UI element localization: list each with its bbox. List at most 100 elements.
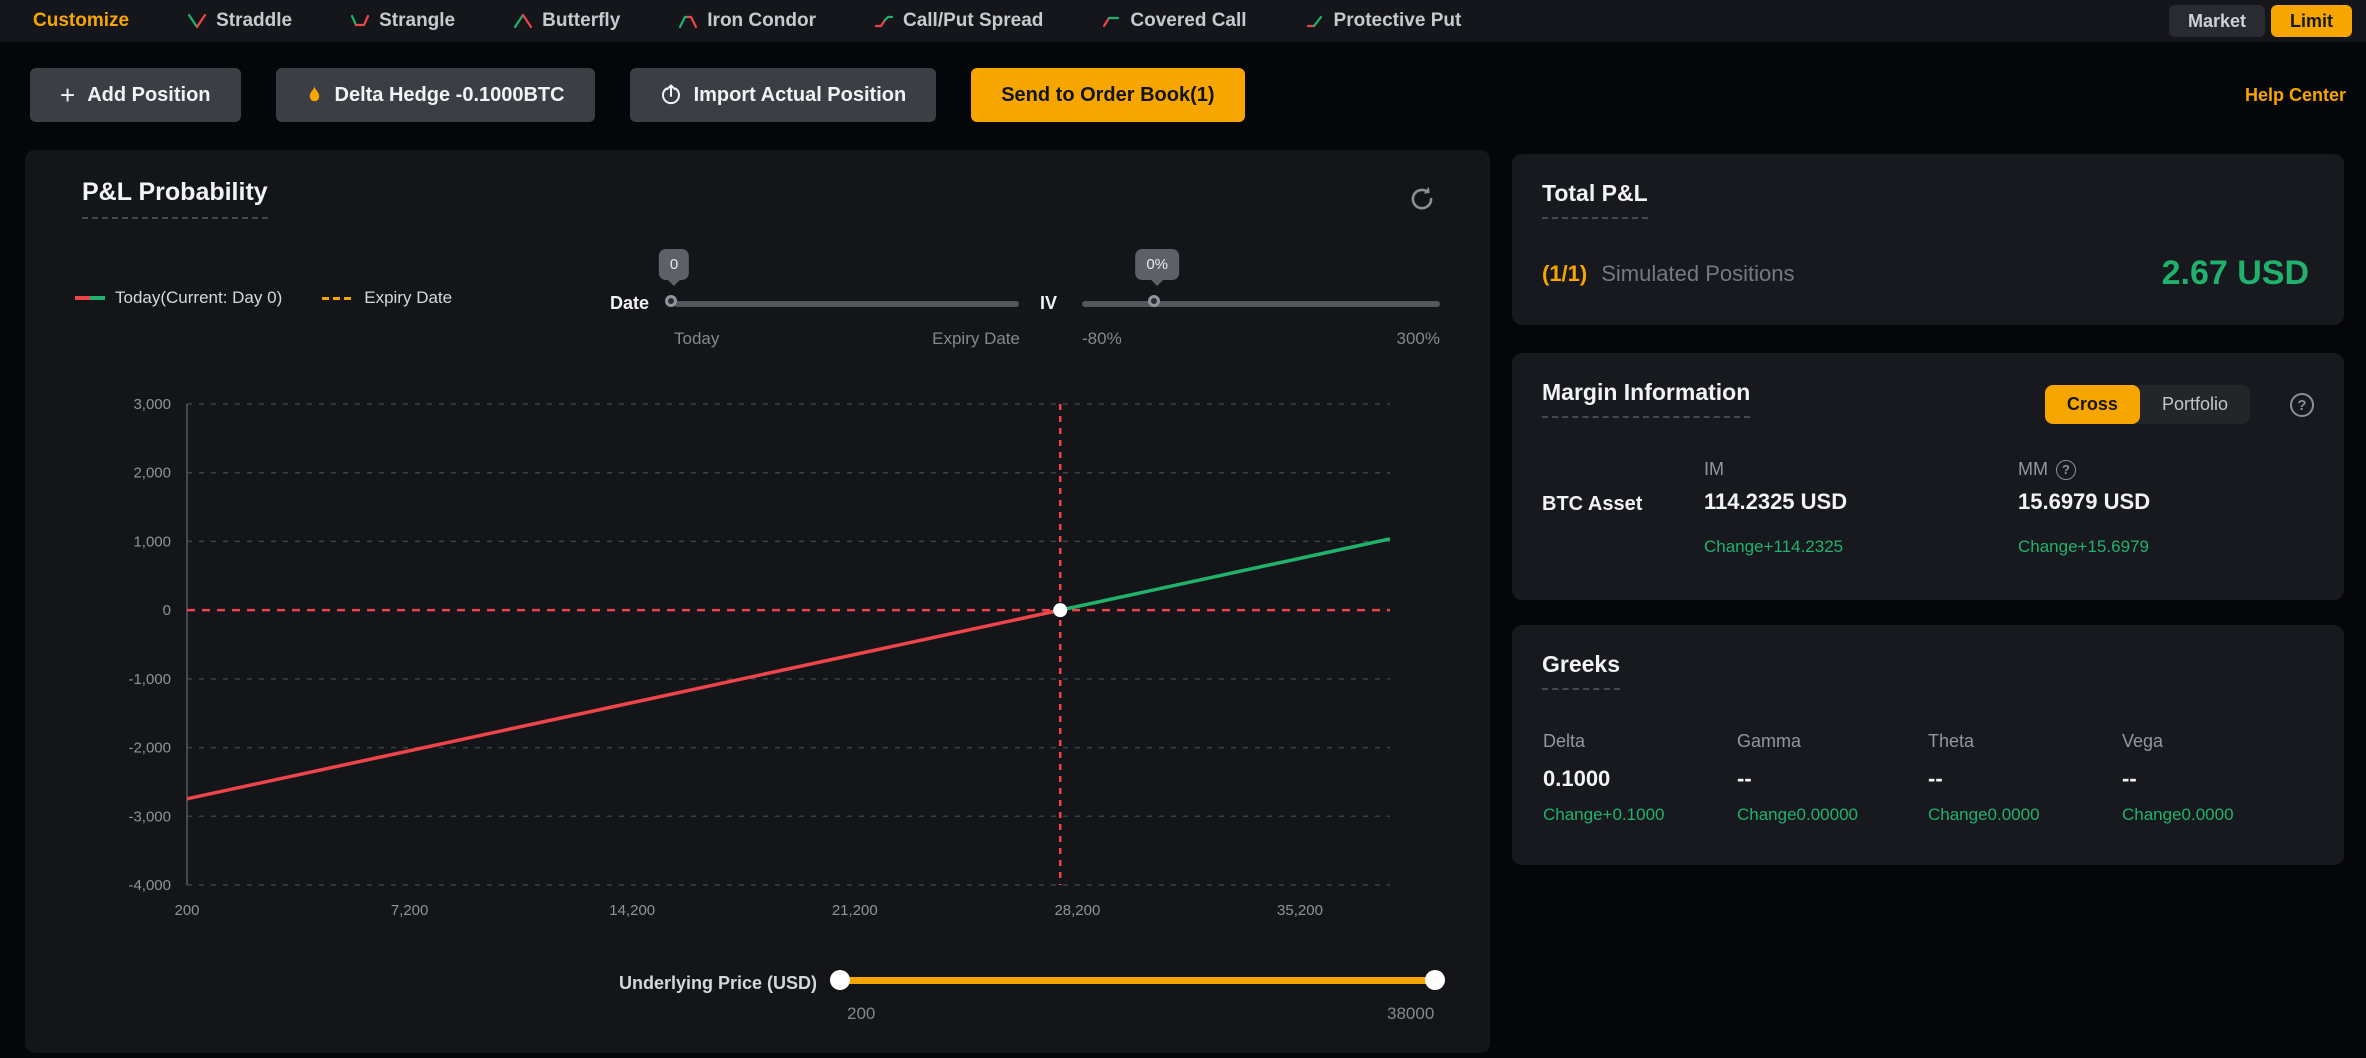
strangle-icon — [350, 13, 370, 29]
tab-call-put-spread[interactable]: Call/Put Spread — [874, 10, 1043, 32]
underlying-price-slider: Underlying Price (USD) 200 38000 — [25, 976, 1490, 1036]
iv-slider-value: 0% — [1146, 256, 1168, 273]
svg-text:28,200: 28,200 — [1054, 902, 1100, 919]
add-position-label: Add Position — [87, 84, 210, 107]
tab-strangle[interactable]: Strangle — [350, 10, 455, 32]
im-header: IM — [1704, 459, 1724, 480]
svg-text:3,000: 3,000 — [133, 396, 171, 413]
svg-text:0: 0 — [163, 602, 171, 619]
margin-help-icon[interactable]: ? — [2290, 393, 2314, 417]
protective-put-icon — [1305, 13, 1325, 29]
svg-text:200: 200 — [174, 902, 199, 919]
iv-slider-tooltip: 0% — [1135, 249, 1179, 280]
market-button[interactable]: Market — [2169, 5, 2265, 37]
add-position-button[interactable]: + Add Position — [30, 68, 241, 122]
svg-text:-4,000: -4,000 — [128, 877, 171, 894]
date-slider-max-label: Expiry Date — [932, 329, 1020, 349]
date-slider: Date 0 Today Expiry Date — [610, 245, 1020, 355]
svg-text:-2,000: -2,000 — [128, 740, 171, 757]
covered-call-icon — [1101, 13, 1121, 29]
help-center-link[interactable]: Help Center — [2245, 85, 2346, 106]
svg-text:21,200: 21,200 — [832, 902, 878, 919]
tab-label: Iron Condor — [707, 10, 816, 32]
butterfly-icon — [513, 13, 533, 29]
greek-label: Gamma — [1737, 731, 1858, 752]
portfolio-toggle[interactable]: Portfolio — [2140, 385, 2250, 424]
iv-slider-min-label: -80% — [1082, 329, 1122, 349]
price-slider-min-handle[interactable] — [830, 970, 850, 990]
date-slider-thumb[interactable] — [665, 295, 677, 307]
positions-count: (1/1) — [1542, 261, 1587, 287]
iv-slider: IV 0% -80% 300% — [1040, 245, 1440, 355]
price-slider-track[interactable] — [835, 977, 1440, 984]
cross-toggle[interactable]: Cross — [2045, 385, 2140, 424]
price-slider-label: Underlying Price (USD) — [25, 973, 817, 994]
tab-protective-put[interactable]: Protective Put — [1305, 10, 1462, 32]
iv-slider-track[interactable]: 0% — [1082, 301, 1440, 307]
total-pnl-value: 2.67 USD — [2162, 254, 2309, 293]
tab-customize[interactable]: Customize — [33, 10, 129, 32]
date-slider-track[interactable]: 0 — [674, 301, 1019, 307]
chart-gridlines — [187, 404, 1390, 885]
tab-butterfly[interactable]: Butterfly — [513, 10, 620, 32]
tab-label: Strangle — [379, 10, 455, 32]
greek-delta: Delta 0.1000 Change+0.1000 — [1543, 731, 1664, 825]
price-slider-max-handle[interactable] — [1425, 970, 1445, 990]
flame-icon — [306, 85, 323, 106]
greek-theta: Theta -- Change0.0000 — [1928, 731, 2040, 825]
call-put-spread-icon — [874, 13, 894, 29]
mm-header-label: MM — [2018, 459, 2048, 480]
mm-change: Change+15.6979 — [2018, 537, 2149, 557]
pnl-probability-panel: P&L Probability Today(Current: Day 0) Ex… — [25, 150, 1490, 1053]
iv-slider-thumb[interactable] — [1148, 295, 1160, 307]
legend-today[interactable]: Today(Current: Day 0) — [75, 288, 282, 308]
order-type-toggle: Market Limit — [2169, 5, 2352, 37]
greek-change: Change0.0000 — [1928, 805, 2040, 825]
toolbar: + Add Position Delta Hedge -0.1000BTC Im… — [0, 42, 2366, 148]
mm-help-icon[interactable]: ? — [2056, 460, 2076, 480]
import-position-button[interactable]: Import Actual Position — [630, 68, 937, 122]
im-change: Change+114.2325 — [1704, 537, 1843, 557]
iron-condor-icon — [678, 13, 698, 29]
panel-title: P&L Probability — [82, 178, 268, 219]
send-to-order-book-button[interactable]: Send to Order Book(1) — [971, 68, 1244, 122]
tab-label: Call/Put Spread — [903, 10, 1043, 32]
straddle-icon — [187, 13, 207, 29]
svg-text:-3,000: -3,000 — [128, 808, 171, 825]
legend-today-label: Today(Current: Day 0) — [115, 288, 282, 308]
refresh-button[interactable] — [1406, 184, 1438, 216]
greek-gamma: Gamma -- Change0.00000 — [1737, 731, 1858, 825]
refresh-icon — [1407, 184, 1437, 214]
svg-text:14,200: 14,200 — [609, 902, 655, 919]
greek-value: -- — [2122, 766, 2234, 792]
svg-text:7,200: 7,200 — [391, 902, 429, 919]
greek-value: -- — [1928, 766, 2040, 792]
tab-iron-condor[interactable]: Iron Condor — [678, 10, 816, 32]
greek-change: Change0.0000 — [2122, 805, 2234, 825]
top-nav: Customize Straddle Strangle Butterfly Ir… — [0, 0, 2366, 42]
tab-covered-call[interactable]: Covered Call — [1101, 10, 1246, 32]
today-line-swatch — [75, 295, 105, 301]
options-strategy-page: { "colors":{"accent_orange":"#f7a600","g… — [0, 0, 2366, 1058]
tab-label: Straddle — [216, 10, 292, 32]
expiry-line-swatch — [322, 297, 354, 300]
delta-hedge-button[interactable]: Delta Hedge -0.1000BTC — [276, 68, 595, 122]
tab-straddle[interactable]: Straddle — [187, 10, 292, 32]
tab-label: Butterfly — [542, 10, 620, 32]
greek-change: Change+0.1000 — [1543, 805, 1664, 825]
chart-series — [187, 539, 1390, 799]
svg-text:1,000: 1,000 — [133, 533, 171, 550]
price-slider-min-label: 200 — [847, 1004, 875, 1024]
mm-header: MM ? — [2018, 459, 2076, 480]
svg-text:35,200: 35,200 — [1277, 902, 1323, 919]
greek-label: Vega — [2122, 731, 2234, 752]
total-pnl-row: (1/1) Simulated Positions 2.67 USD — [1542, 254, 2309, 293]
import-position-label: Import Actual Position — [694, 84, 907, 107]
limit-button[interactable]: Limit — [2271, 5, 2352, 37]
greek-change: Change0.00000 — [1737, 805, 1858, 825]
plus-icon: + — [60, 82, 75, 108]
tab-label: Protective Put — [1334, 10, 1462, 32]
upload-icon — [660, 84, 682, 106]
mm-value: 15.6979 USD — [2018, 489, 2150, 515]
legend-expiry[interactable]: Expiry Date — [322, 288, 452, 308]
